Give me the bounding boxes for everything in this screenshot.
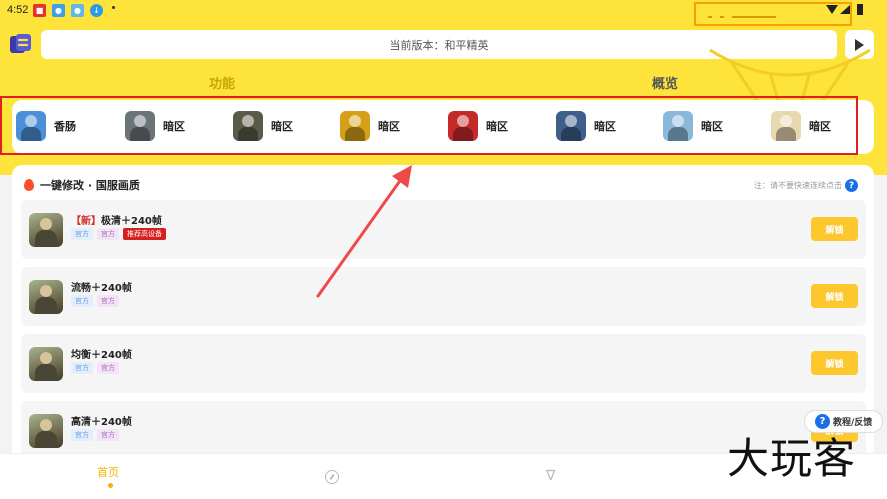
tab-overview[interactable]: 概览 [652,73,678,92]
section-note: 注：请不要快速连续点击 ? [754,179,858,192]
help-icon[interactable]: ? [845,179,858,192]
unlock-button[interactable]: 解锁 [811,351,858,375]
wifi-icon [826,5,838,14]
pubg-game-icon [29,213,63,247]
option-row-ultra: 【新】极清＋240帧 官方 官方 推荐高设备 解锁 [21,200,866,259]
game-row-highlight-box [0,96,858,155]
tag-official: 官方 [71,429,93,441]
unlock-button[interactable]: 解锁 [811,284,858,308]
tag-official: 官方 [97,429,119,441]
option-row-smooth: 流畅＋240帧 官方 官方 解锁 [21,267,866,326]
tag-official: 官方 [97,228,119,240]
tag-official: 官方 [97,295,119,307]
note-text: 注：请不要快速连续点击 [754,181,842,190]
pubg-game-icon [29,414,63,448]
tag-official: 官方 [71,228,93,240]
option-title: 【新】极清＋240帧 [71,216,162,227]
app-logo-icon[interactable] [9,32,33,56]
section-title: 一键修改 · 国服画质 [24,177,140,193]
pubg-game-icon [29,347,63,381]
tag-official: 官方 [71,362,93,374]
pubg-game-icon [29,280,63,314]
flame-icon [24,179,34,191]
version-text: 当前版本：和平精英 [389,38,489,52]
option-row-balanced: 均衡＋240帧 官方 官方 解锁 [21,334,866,393]
tag-official: 官方 [97,362,119,374]
option-tags: 官方 官方 推荐高设备 [71,228,166,240]
watermark: 大玩客 [727,434,857,483]
compass-icon[interactable] [325,470,339,484]
status-time: 4:52 [7,4,29,16]
option-title: 流畅＋240帧 [71,283,132,294]
tutorial-feedback-button[interactable]: ? 教程/反馈 [804,410,883,433]
game-app-icon: ● [52,4,65,17]
nav-home[interactable]: 首页 [97,464,119,480]
help-icon: ? [815,414,830,429]
option-title: 均衡＋240帧 [71,350,132,361]
unlock-button[interactable]: 解锁 [811,217,858,241]
nav-active-dot [108,483,113,488]
section-title-text: 一键修改 · 国服画质 [40,179,140,192]
red-notification-icon: ■ [33,4,46,17]
tag-official: 官方 [71,295,93,307]
download-icon: ↓ [90,4,103,17]
option-tags: 官方 官方 [71,429,119,441]
help-label: 教程/反馈 [833,418,873,428]
tab-features[interactable]: 功能 [209,73,235,92]
option-tags: 官方 官方 [71,295,119,307]
option-tags: 官方 官方 [71,362,119,374]
notification-dot-icon [112,6,115,9]
signal-icon [840,5,850,14]
chat-app-icon: ● [71,4,84,17]
battery-icon [857,4,863,15]
option-title: 高清＋240帧 [71,417,132,428]
v-icon[interactable]: ∇ [546,468,555,484]
tag-recommended: 推荐高设备 [123,228,166,240]
